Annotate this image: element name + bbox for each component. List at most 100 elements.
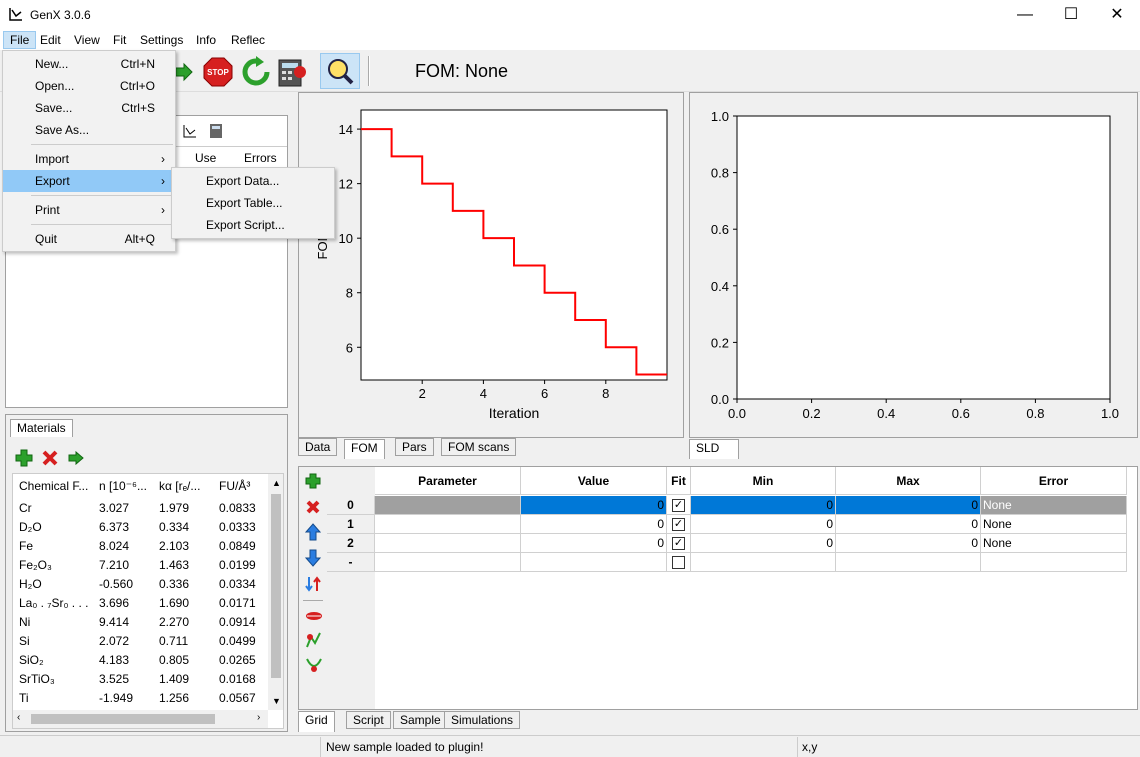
cell-fit[interactable]: ✓ (667, 534, 691, 553)
hscroll-thumb[interactable] (31, 714, 215, 724)
sld-chart[interactable]: 0.0 0.2 0.4 0.6 0.8 1.0 0.0 0.2 0.4 0.6 0.8 1.0 (690, 93, 1137, 437)
fom-chart[interactable]: 2 4 6 868101214IterationFOM (299, 93, 683, 437)
material-row[interactable]: Cr 3.027 1.979 0.0833 (13, 498, 283, 517)
menu-info[interactable]: Info (190, 32, 222, 50)
menu-item-export-table[interactable]: Export Table... (172, 192, 334, 214)
cell-min[interactable]: 0 (691, 515, 836, 534)
cell-parameter[interactable] (375, 553, 521, 572)
apply-material-icon[interactable] (68, 451, 84, 465)
cell-min[interactable]: 0 (691, 496, 836, 515)
material-row[interactable]: SiO₂ 4.183 0.805 0.0265 (13, 650, 283, 669)
add-row-icon[interactable] (305, 473, 321, 489)
col-n[interactable]: n [10⁻⁶... (99, 479, 147, 493)
close-button[interactable]: ✕ (1094, 0, 1140, 30)
menu-item-export-data[interactable]: Export Data... (172, 170, 334, 192)
stop-button[interactable]: STOP (202, 56, 234, 88)
menu-item-open[interactable]: Open... Ctrl+O (3, 75, 175, 97)
menu-view[interactable]: View (68, 32, 106, 50)
material-row[interactable]: Ni 9.414 2.270 0.0914 (13, 612, 283, 631)
scan-parameter-icon[interactable] (305, 631, 323, 649)
move-up-icon[interactable] (305, 523, 321, 541)
cell-fit[interactable]: ✓ (667, 515, 691, 534)
cell-error[interactable]: None (981, 496, 1127, 515)
minimize-button[interactable]: — (1002, 0, 1048, 30)
material-row[interactable]: H₂O -0.560 0.336 0.0334 (13, 574, 283, 593)
tab-script[interactable]: Script (346, 711, 391, 729)
vscroll-thumb[interactable] (271, 494, 281, 678)
cell-parameter[interactable] (375, 515, 521, 534)
cell-value[interactable]: 0 (521, 534, 667, 553)
materials-vscrollbar[interactable]: ▲ ▼ (268, 474, 283, 710)
material-row[interactable]: Fe₂O₃ 7.210 1.463 0.0199 (13, 555, 283, 574)
material-row[interactable]: D₂O 6.373 0.334 0.0333 (13, 517, 283, 536)
tab-fom-scans[interactable]: FOM scans (441, 438, 517, 456)
project-fom-icon[interactable] (305, 609, 323, 623)
tab-sample[interactable]: Sample (393, 711, 448, 729)
sort-icon[interactable] (305, 575, 321, 593)
material-row[interactable]: Ti -1.949 1.256 0.0567 (13, 688, 283, 707)
tab-simulations[interactable]: Simulations (444, 711, 521, 729)
cell-max[interactable]: 0 (836, 534, 981, 553)
move-down-icon[interactable] (305, 549, 321, 567)
fit-checkbox[interactable] (672, 556, 685, 569)
fit-checkbox[interactable]: ✓ (672, 518, 685, 531)
row-label[interactable]: 1 (327, 515, 375, 534)
cell-min[interactable] (691, 553, 836, 572)
col-value[interactable]: Value (521, 467, 667, 495)
menu-item-quit[interactable]: Quit Alt+Q (3, 228, 175, 250)
add-material-icon[interactable] (15, 449, 33, 467)
menu-settings[interactable]: Settings (134, 32, 189, 50)
fit-checkbox[interactable]: ✓ (672, 537, 685, 550)
cell-value[interactable]: 0 (521, 496, 667, 515)
col-error[interactable]: Error (981, 467, 1127, 495)
tab-data[interactable]: Data (298, 438, 338, 456)
row-label[interactable]: - (327, 553, 375, 572)
col-fu[interactable]: FU/Å³ (219, 479, 250, 493)
cell-value[interactable] (521, 553, 667, 572)
row-label[interactable]: 2 (327, 534, 375, 553)
refresh-icon[interactable] (240, 56, 272, 88)
menu-item-new[interactable]: New... Ctrl+N (3, 53, 175, 75)
menu-item-save[interactable]: Save... Ctrl+S (3, 97, 175, 119)
material-row[interactable]: SrTiO₃ 3.525 1.409 0.0168 (13, 669, 283, 688)
menu-fit[interactable]: Fit (107, 32, 132, 50)
material-row[interactable]: Si 2.072 0.711 0.0499 (13, 631, 283, 650)
menu-file[interactable]: File (3, 31, 37, 49)
menu-item-save-as[interactable]: Save As... (3, 119, 175, 141)
tab-materials[interactable]: Materials (10, 419, 73, 437)
col-max[interactable]: Max (836, 467, 981, 495)
cell-min[interactable]: 0 (691, 534, 836, 553)
row-label[interactable]: 0 (327, 496, 375, 515)
menu-item-print[interactable]: Print › (3, 199, 175, 221)
cell-fit[interactable]: ✓ (667, 496, 691, 515)
materials-hscrollbar[interactable]: ‹ › (13, 710, 268, 728)
maximize-button[interactable]: ☐ (1048, 0, 1094, 30)
menu-item-import[interactable]: Import › (3, 148, 175, 170)
cell-max[interactable] (836, 553, 981, 572)
calculator-icon[interactable] (276, 56, 308, 88)
delete-row-icon[interactable] (305, 499, 321, 515)
menu-reflec[interactable]: Reflec (225, 32, 271, 50)
cell-error[interactable] (981, 553, 1127, 572)
col-min[interactable]: Min (691, 467, 836, 495)
col-fit[interactable]: Fit (667, 467, 691, 495)
col-k[interactable]: kα [rₑ/... (159, 479, 200, 493)
menu-item-export[interactable]: Export › (3, 170, 175, 192)
cell-fit[interactable] (667, 553, 691, 572)
tab-sld[interactable]: SLD (689, 439, 739, 459)
menu-edit[interactable]: Edit (34, 32, 67, 50)
plot-settings-icon[interactable] (182, 123, 198, 139)
tab-grid[interactable]: Grid (298, 711, 335, 732)
menu-item-export-script[interactable]: Export Script... (172, 214, 334, 236)
calc-icon[interactable] (208, 123, 224, 139)
delete-material-icon[interactable] (41, 449, 59, 467)
col-chemical-formula[interactable]: Chemical F... (19, 479, 88, 493)
material-row[interactable]: La₀ . ₇Sr₀ . . . 3.696 1.690 0.0171 (13, 593, 283, 612)
cell-parameter[interactable] (375, 496, 521, 515)
material-row[interactable]: Fe 8.024 2.103 0.0849 (13, 536, 283, 555)
cell-error[interactable]: None (981, 515, 1127, 534)
cell-max[interactable]: 0 (836, 515, 981, 534)
cell-error[interactable]: None (981, 534, 1127, 553)
fit-checkbox[interactable]: ✓ (672, 499, 685, 512)
zoom-toggle[interactable] (320, 53, 360, 89)
